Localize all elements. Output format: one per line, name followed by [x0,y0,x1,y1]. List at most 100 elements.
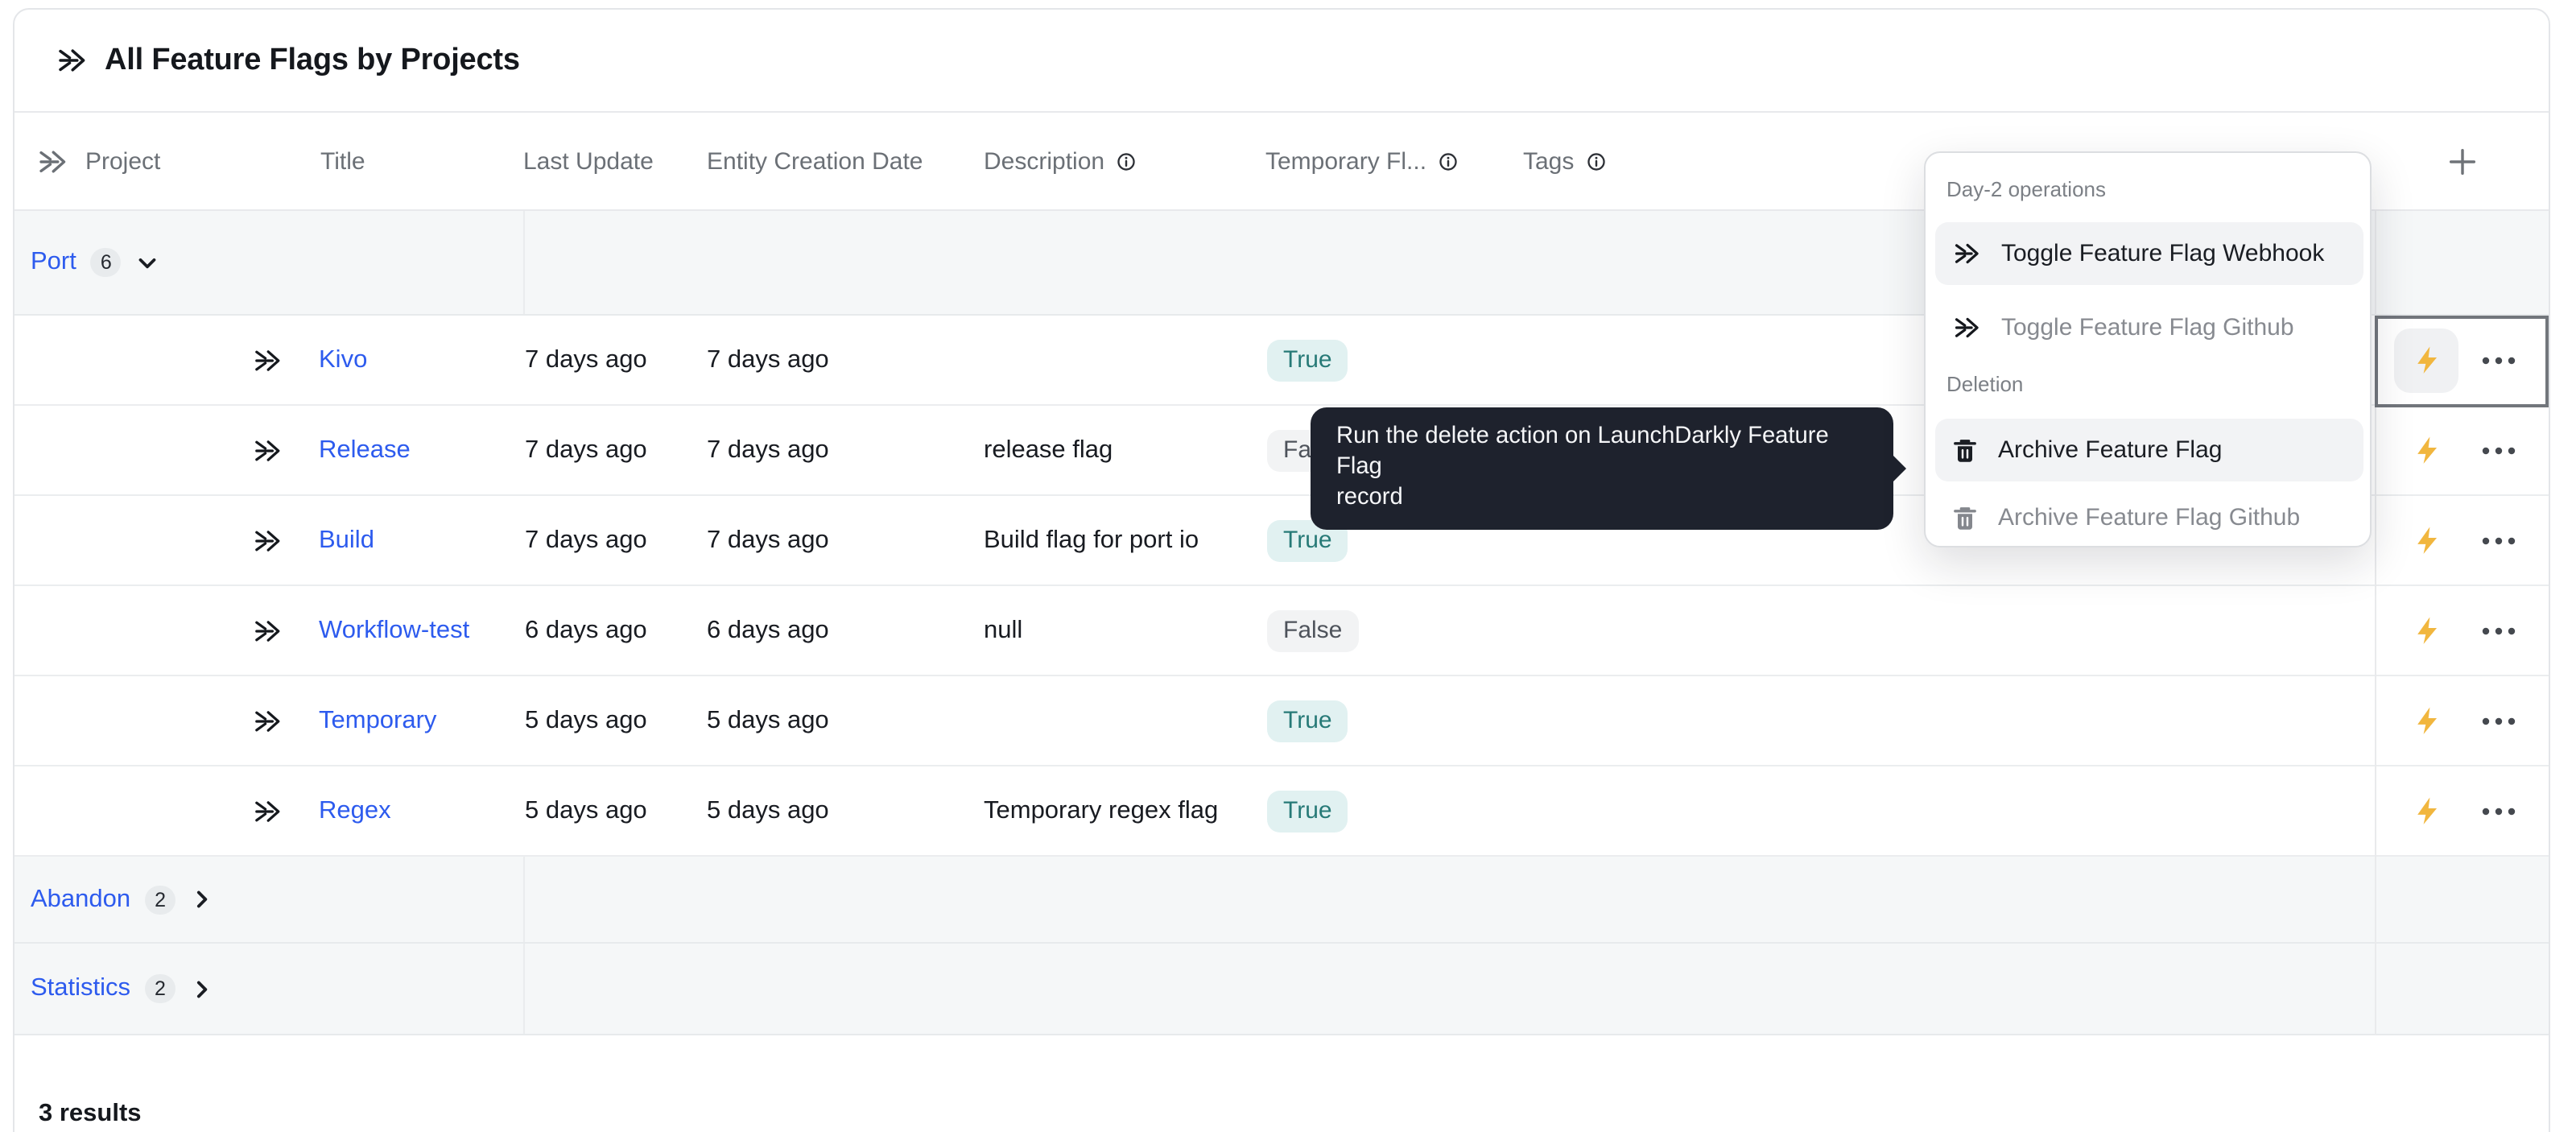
info-icon[interactable] [1438,151,1459,171]
menu-item-toggle-feature-flag-webhook[interactable]: Toggle Feature Flag Webhook [1935,222,2363,285]
blueprint-arrow-icon [37,113,68,209]
col-header-entity-creation-date[interactable]: Entity Creation Date [707,113,923,209]
menu-item-label: Archive Feature Flag Github [1998,504,2300,531]
table-footer: 3 results [14,1035,2549,1132]
temporary-flag-badge: True [1267,790,1348,832]
creation-date-value: 5 days ago [707,766,829,855]
last-update-value: 7 days ago [525,316,647,404]
results-count: 3 results [39,1100,142,1129]
action-tooltip: Run the delete action on LaunchDarkly Fe… [1311,407,1893,530]
row-more-actions-button[interactable] [2476,316,2521,404]
menu-item-label: Toggle Feature Flag Github [2001,314,2294,341]
add-column-button[interactable] [2441,140,2483,182]
col-header-temporary-flag[interactable]: Temporary Fl... [1265,113,1459,209]
group-row-statistics: Statistics 2 [14,944,2549,1035]
row-more-actions-button[interactable] [2476,586,2521,675]
run-action-lightning-button[interactable] [2394,779,2458,843]
entity-arrow-icon[interactable] [253,766,282,855]
menu-item-archive-feature-flag[interactable]: Archive Feature Flag [1935,419,2363,481]
entity-link[interactable]: Kivo [319,345,367,374]
page: All Feature Flags by Projects Project Ti… [0,0,2576,1132]
description-value: Build flag for port io [984,496,1199,585]
entity-arrow-icon [1953,314,1980,341]
entity-arrow-icon[interactable] [253,316,282,404]
menu-section-day2: Day-2 operations [1946,177,2106,201]
col-header-temporary-label: Temporary Fl... [1265,147,1426,175]
menu-item-label: Archive Feature Flag [1998,436,2222,464]
col-header-project[interactable]: Project [85,113,160,209]
chevron-right-icon[interactable] [188,975,216,1002]
col-header-tags-label: Tags [1523,147,1574,175]
creation-date-value: 7 days ago [707,496,829,585]
entity-arrow-icon [56,45,87,76]
last-update-value: 7 days ago [525,406,647,494]
entity-arrow-icon[interactable] [253,406,282,494]
creation-date-value: 6 days ago [707,586,829,675]
menu-item-label: Toggle Feature Flag Webhook [2001,240,2324,267]
col-header-description[interactable]: Description [984,113,1137,209]
column-split-line [523,944,525,1034]
run-action-lightning-button[interactable] [2394,328,2458,392]
tooltip-line1: Run the delete action on LaunchDarkly Fe… [1336,423,1829,480]
description-value: null [984,586,1022,675]
entity-link[interactable]: Release [319,436,411,465]
col-header-last-update[interactable]: Last Update [523,113,654,209]
run-action-lightning-button[interactable] [2394,508,2458,572]
entity-link[interactable]: Build [319,526,374,555]
creation-date-value: 5 days ago [707,676,829,765]
last-update-value: 6 days ago [525,586,647,675]
column-split-line [523,857,525,942]
entity-arrow-icon [1953,240,1980,267]
row-more-actions-button[interactable] [2476,406,2521,494]
creation-date-value: 7 days ago [707,406,829,494]
chevron-right-icon[interactable] [188,886,216,913]
entity-link[interactable]: Regex [319,796,391,825]
tooltip-line2: record [1336,485,1403,510]
last-update-value: 5 days ago [525,766,647,855]
col-header-title[interactable]: Title [320,113,365,209]
page-title: All Feature Flags by Projects [105,43,520,78]
row-actions-menu: Day-2 operations Toggle Feature Flag Web… [1924,151,2372,547]
col-header-tags[interactable]: Tags [1523,113,1606,209]
row-more-actions-button[interactable] [2476,496,2521,585]
entity-link[interactable]: Workflow-test [319,616,469,645]
menu-item-archive-feature-flag-github[interactable]: Archive Feature Flag Github [1935,493,2363,543]
run-action-lightning-button[interactable] [2394,598,2458,663]
entity-arrow-icon[interactable] [253,586,282,675]
row-more-actions-button[interactable] [2476,766,2521,855]
group-link-abandon[interactable]: Abandon [31,885,130,914]
last-update-value: 5 days ago [525,676,647,765]
description-value: Temporary regex flag [984,766,1218,855]
entity-arrow-icon[interactable] [253,676,282,765]
trash-icon [1953,505,1977,531]
group-count-badge: 2 [145,974,175,1003]
menu-section-deletion: Deletion [1946,372,2023,396]
title-bar: All Feature Flags by Projects [14,10,2549,113]
info-icon[interactable] [1116,151,1137,171]
info-icon[interactable] [1585,151,1606,171]
entity-arrow-icon[interactable] [253,496,282,585]
table-row: Workflow-test 6 days ago 6 days ago null… [14,586,2549,676]
description-value: release flag [984,406,1113,494]
temporary-flag-badge: True [1267,700,1348,742]
group-row-abandon: Abandon 2 [14,857,2549,944]
run-action-lightning-button[interactable] [2394,688,2458,753]
row-more-actions-button[interactable] [2476,676,2521,765]
trash-icon [1953,437,1977,463]
temporary-flag-badge: False [1267,609,1358,651]
run-action-lightning-button[interactable] [2394,418,2458,482]
last-update-value: 7 days ago [525,496,647,585]
col-header-description-label: Description [984,147,1104,175]
creation-date-value: 7 days ago [707,316,829,404]
actions-column-divider [2375,211,2376,1035]
chevron-down-icon[interactable] [134,249,162,276]
group-count-badge: 6 [91,248,122,277]
group-link-port[interactable]: Port [31,248,76,277]
entity-link[interactable]: Temporary [319,706,436,735]
column-split-line [523,211,525,314]
table-row: Regex 5 days ago 5 days ago Temporary re… [14,766,2549,857]
group-link-statistics[interactable]: Statistics [31,974,130,1003]
group-count-badge: 2 [145,885,175,914]
temporary-flag-badge: True [1267,339,1348,381]
menu-item-toggle-feature-flag-github[interactable]: Toggle Feature Flag Github [1935,303,2363,353]
